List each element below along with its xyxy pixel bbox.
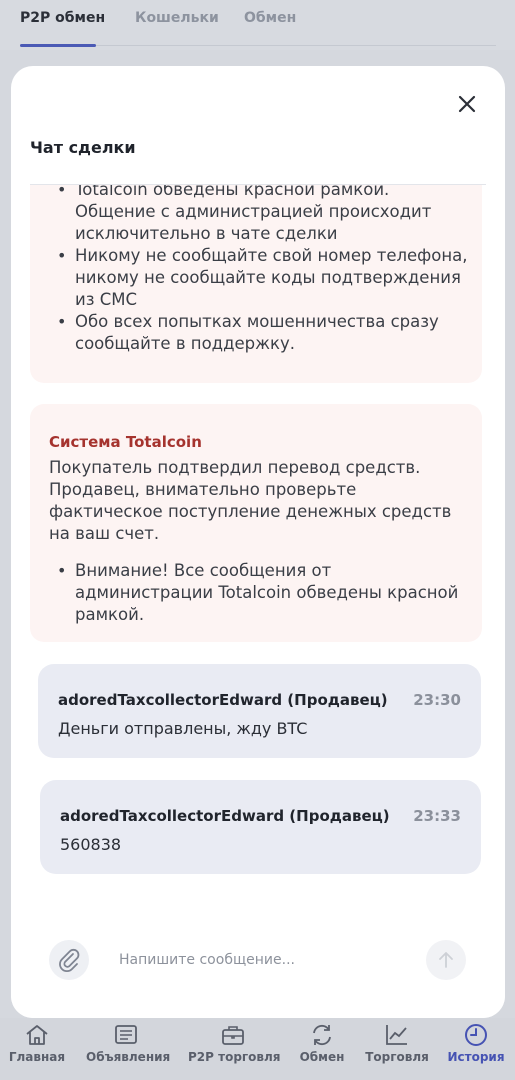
message-time: 23:33 (413, 807, 461, 825)
arrow-up-icon (439, 952, 453, 968)
system-rule-item: Totalcoin обведены красной рамкой. Общен… (49, 185, 469, 245)
briefcase-icon (222, 1026, 244, 1045)
deal-chat-modal: Чат сделки Totalcoin обведены красной ра… (11, 66, 505, 1018)
chat-messages[interactable]: Totalcoin обведены красной рамкой. Общен… (11, 185, 505, 900)
message-input[interactable] (119, 944, 419, 976)
system-rule-text: Никому не сообщайте свой номер телефона,… (75, 246, 468, 309)
nav-label: История (447, 1050, 505, 1064)
bottom-navigation: Главная Объявления P2P торговля Обмен То… (0, 1018, 515, 1080)
close-button[interactable] (455, 92, 479, 116)
message-text: Деньги отправлены, жду BTC (58, 719, 308, 738)
nav-home[interactable]: Главная (6, 1018, 68, 1080)
top-tabs: P2P обмен Кошельки Обмен (0, 0, 515, 50)
system-rule-text: Totalcoin обведены красной рамкой. Общен… (75, 185, 432, 243)
close-icon (458, 95, 476, 113)
paperclip-icon (59, 948, 80, 972)
attach-button[interactable] (49, 940, 89, 980)
nav-label: Главная (8, 1050, 66, 1064)
nav-label: Объявления (86, 1050, 171, 1064)
tabs-divider (96, 45, 496, 46)
system-warning-list: Внимание! Все сообщения от администрации… (49, 560, 469, 626)
tab-wallets[interactable]: Кошельки (135, 10, 219, 26)
nav-trading[interactable]: Торговля (364, 1018, 430, 1080)
active-tab-indicator (20, 44, 96, 47)
system-warning-text: Внимание! Все сообщения от администрации… (75, 561, 459, 624)
message-composer (11, 900, 505, 1018)
nav-p2p-trading[interactable]: P2P торговля (188, 1018, 281, 1080)
system-rule-item: Обо всех попытках мошенничества сразу со… (49, 311, 469, 355)
tab-p2p-exchange[interactable]: P2P обмен (20, 10, 105, 26)
home-icon (26, 1025, 48, 1045)
chat-message: adoredTaxcollectorEdward (Продавец) 23:3… (38, 664, 481, 758)
system-rule-item: Никому не сообщайте свой номер телефона,… (49, 245, 469, 311)
modal-title: Чат сделки (30, 138, 136, 157)
app-screen: P2P обмен Кошельки Обмен Чат сделки Tota… (0, 0, 515, 1080)
message-text: 560838 (60, 835, 122, 854)
system-message-card: Система Totalcoin Покупатель подтвердил … (30, 404, 482, 642)
send-button[interactable] (426, 940, 466, 980)
system-sender: Система Totalcoin (49, 433, 202, 451)
clock-icon (465, 1024, 487, 1046)
message-time: 23:30 (413, 691, 461, 709)
system-rule-text: Обо всех попытках мошенничества сразу со… (75, 312, 439, 353)
chart-icon (386, 1025, 407, 1045)
nav-label: P2P торговля (188, 1050, 281, 1064)
tab-exchange[interactable]: Обмен (244, 10, 296, 26)
ads-icon (115, 1025, 137, 1044)
chat-message: adoredTaxcollectorEdward (Продавец) 23:3… (40, 780, 481, 874)
system-message-card: Totalcoin обведены красной рамкой. Общен… (30, 185, 482, 383)
message-author: adoredTaxcollectorEdward (Продавец) (60, 807, 390, 825)
nav-exchange[interactable]: Обмен (294, 1018, 350, 1080)
system-rules-list: Totalcoin обведены красной рамкой. Общен… (49, 185, 469, 355)
exchange-icon (313, 1024, 331, 1046)
system-warning-item: Внимание! Все сообщения от администрации… (49, 560, 469, 626)
nav-label: Торговля (365, 1050, 429, 1064)
nav-ads[interactable]: Объявления (86, 1018, 171, 1080)
nav-label: Обмен (299, 1050, 345, 1064)
system-message-text: Покупатель подтвердил перевод средств. П… (49, 458, 452, 543)
nav-history[interactable]: История (446, 1018, 506, 1080)
message-author: adoredTaxcollectorEdward (Продавец) (58, 691, 388, 709)
